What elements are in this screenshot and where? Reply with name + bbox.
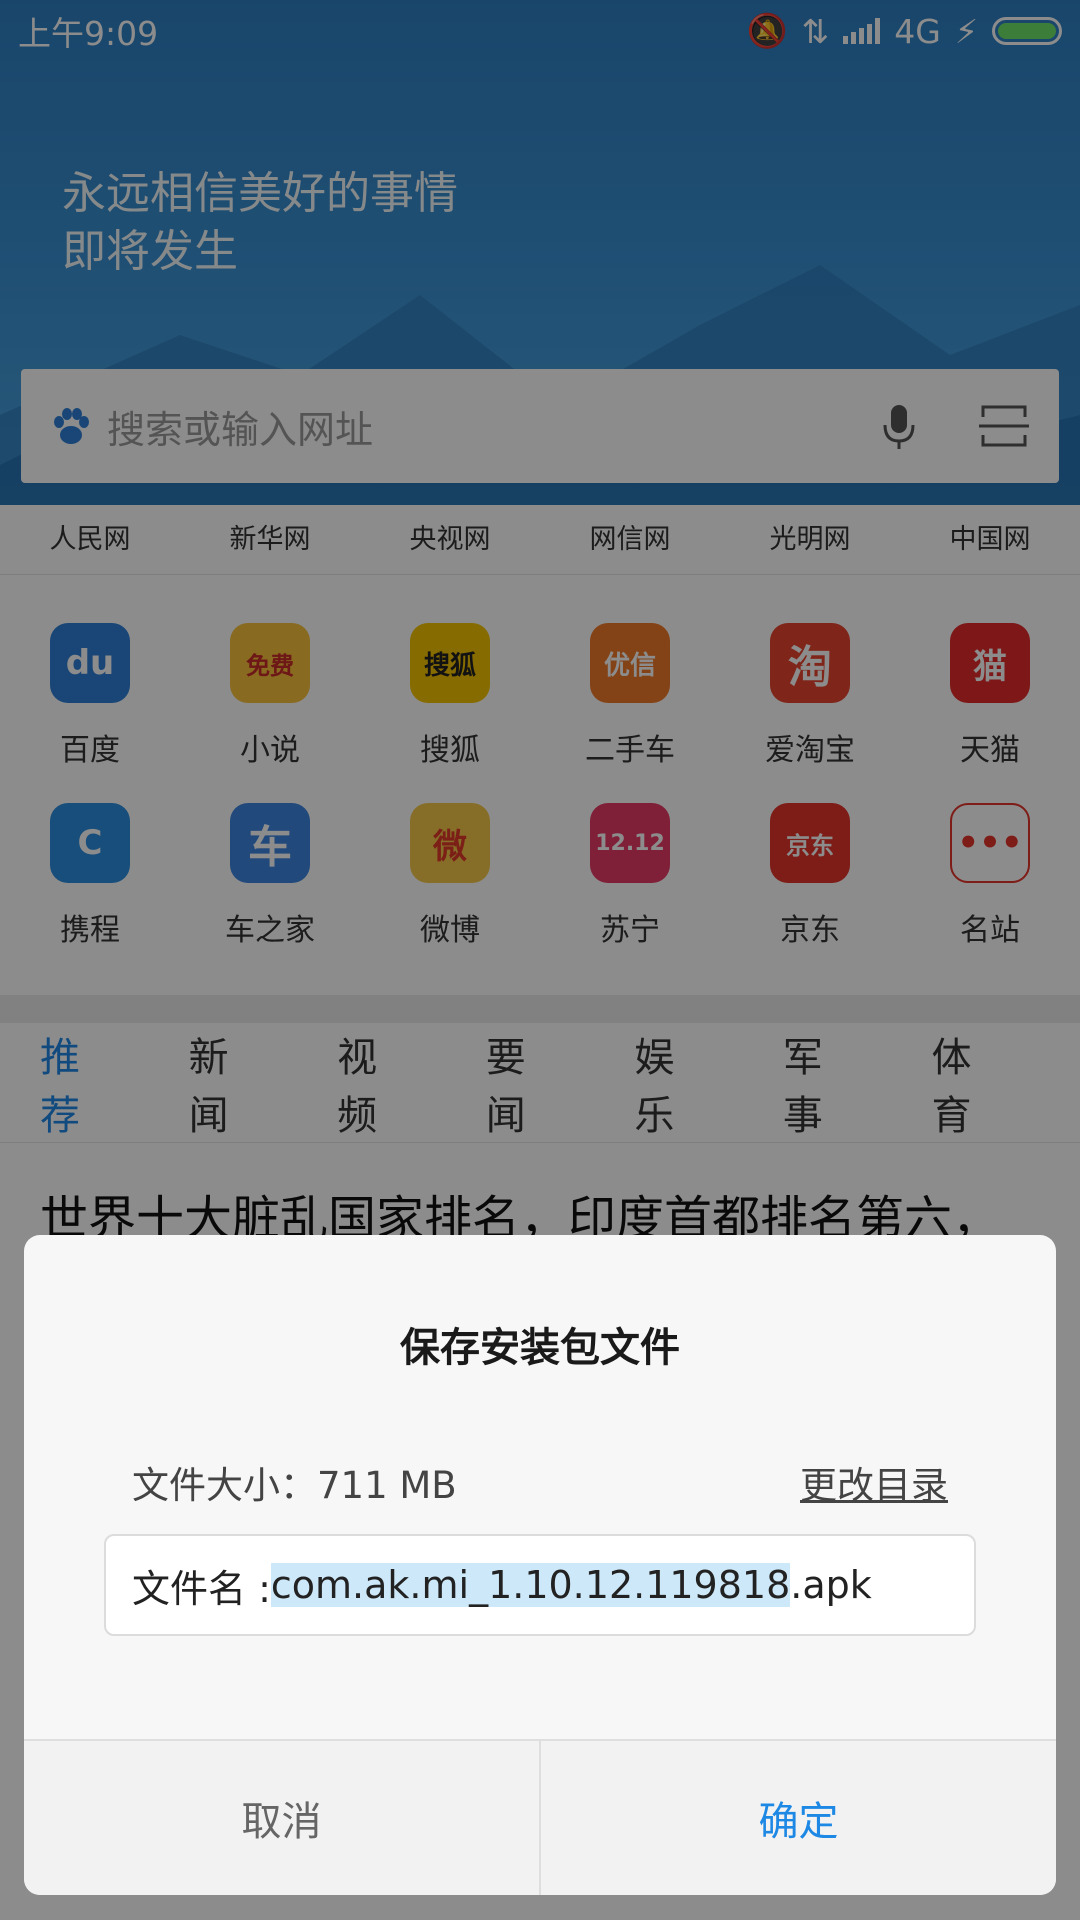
file-size-label: 文件大小：711 MB xyxy=(132,1464,457,1507)
filename-field[interactable]: 文件名 : com.ak.mi_1.10.12.119818 .apk xyxy=(104,1534,976,1636)
dialog-buttons: 取消 确定 xyxy=(24,1739,1056,1895)
dialog-title: 保存安装包文件 xyxy=(400,1325,680,1371)
cancel-button[interactable]: 取消 xyxy=(24,1741,541,1895)
filename-prefix: 文件名 : xyxy=(132,1566,271,1611)
confirm-button[interactable]: 确定 xyxy=(541,1741,1056,1895)
filename-selected-text[interactable]: com.ak.mi_1.10.12.119818 xyxy=(270,1563,791,1607)
save-apk-dialog: 保存安装包文件 文件大小：711 MB 更改目录 文件名 : com.ak.mi… xyxy=(24,1235,1056,1895)
filename-extension: .apk xyxy=(790,1563,872,1607)
change-directory-link[interactable]: 更改目录 xyxy=(800,1455,948,1509)
